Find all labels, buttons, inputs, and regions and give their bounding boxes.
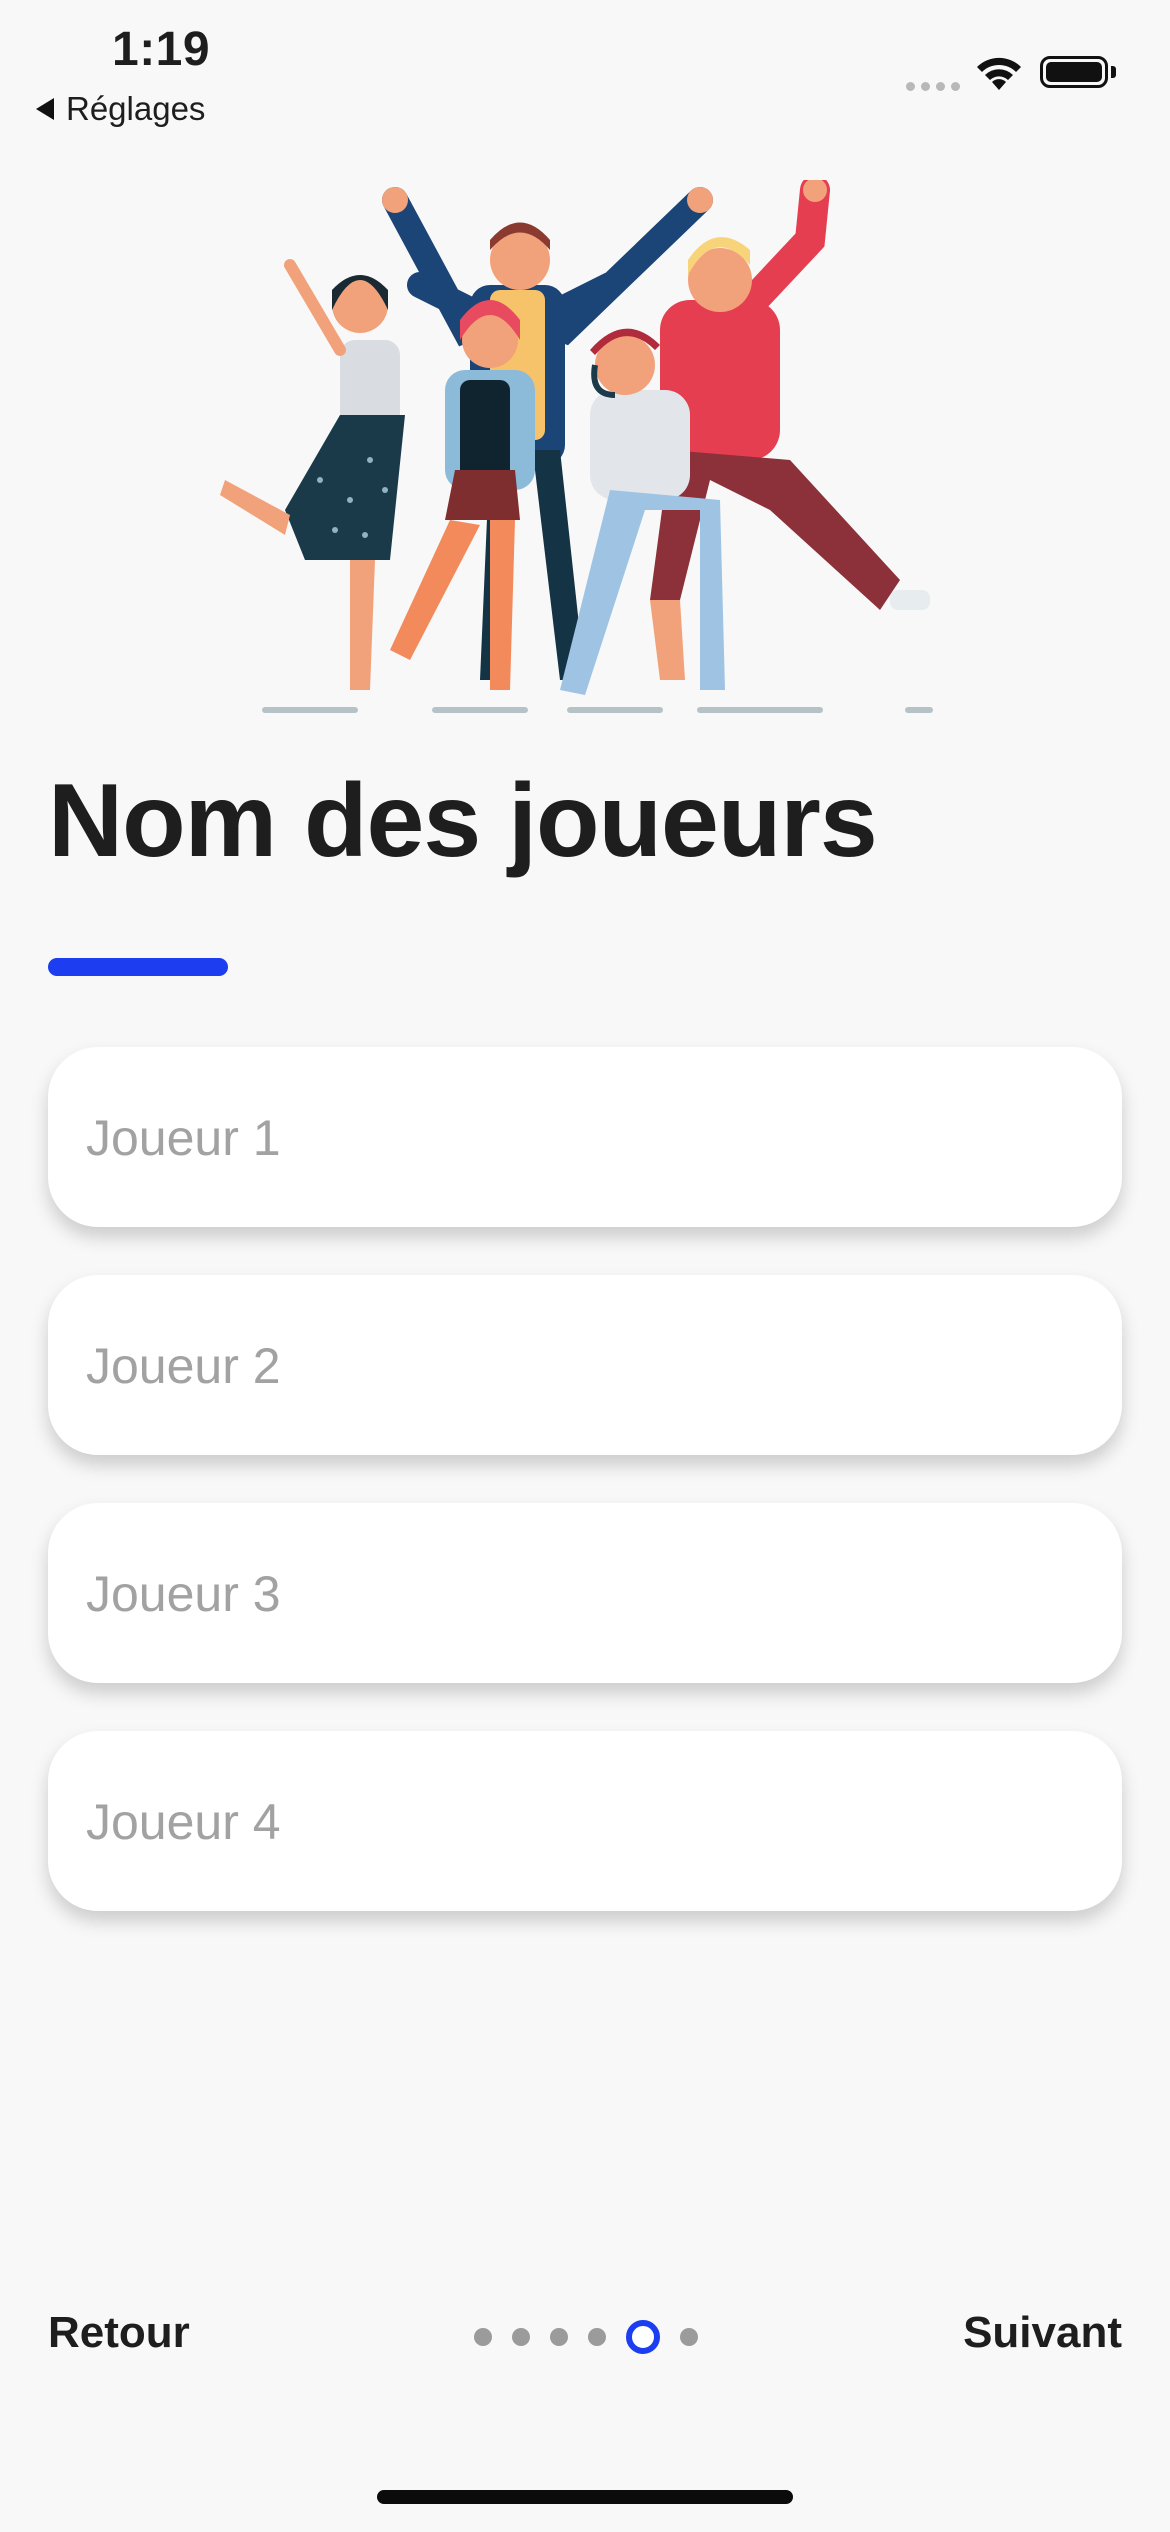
page-dot — [512, 2328, 530, 2346]
back-app-label: Réglages — [66, 90, 206, 127]
back-to-settings-link[interactable]: Réglages — [36, 90, 205, 128]
player-4-input[interactable] — [84, 1731, 1126, 1913]
player-1-field-card — [48, 1047, 1126, 1229]
home-indicator[interactable] — [377, 2490, 793, 2504]
page-dot — [550, 2328, 568, 2346]
player-2-field-card — [48, 1275, 1126, 1457]
page-dot — [474, 2328, 492, 2346]
battery-icon — [1040, 56, 1108, 88]
player-3-input[interactable] — [84, 1503, 1126, 1685]
back-button[interactable]: Retour — [48, 2308, 190, 2358]
friends-group-illustration — [220, 180, 933, 713]
title-underline — [48, 958, 228, 976]
next-button[interactable]: Suivant — [963, 2308, 1122, 2358]
back-arrow-icon — [36, 98, 54, 120]
page-title: Nom des joueurs — [48, 763, 878, 879]
status-time: 1:19 — [112, 23, 211, 76]
page-dot-active — [626, 2320, 660, 2354]
player-4-field-card — [48, 1731, 1126, 1913]
player-1-input[interactable] — [84, 1047, 1126, 1229]
battery-tip — [1111, 66, 1116, 78]
page-indicator — [474, 2320, 698, 2354]
page-dot — [588, 2328, 606, 2346]
player-2-input[interactable] — [84, 1275, 1126, 1457]
cellular-signal-icon — [906, 82, 960, 91]
wifi-icon — [977, 57, 1021, 90]
player-3-field-card — [48, 1503, 1126, 1685]
page-dot — [680, 2328, 698, 2346]
